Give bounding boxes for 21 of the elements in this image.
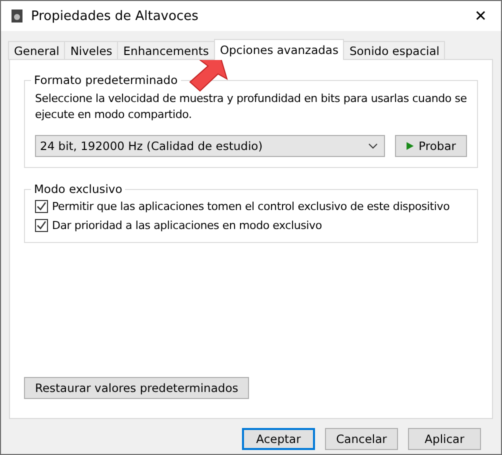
checkbox[interactable] [35, 200, 48, 213]
close-button[interactable]: ✕ [470, 7, 491, 25]
group-title: Modo exclusivo [33, 182, 124, 196]
restore-defaults-button[interactable]: Restaurar valores predeterminados [24, 377, 250, 399]
window-title: Propiedades de Altavoces [31, 8, 200, 24]
chevron-down-icon [368, 143, 378, 149]
checkbox[interactable] [35, 219, 48, 232]
dialog-button[interactable]: Cancelar [325, 428, 398, 450]
description-text: Seleccione la velocidad de muestra y profundidad en bits para usarlas cuando se ejecute en modo compartido. [35, 91, 467, 123]
tab[interactable]: General [8, 41, 66, 60]
tab[interactable]: Opciones avanzadas [214, 39, 344, 60]
group-title: Formato predeterminado [33, 73, 179, 87]
tab[interactable]: Sonido espacial [343, 41, 446, 60]
checkbox-label: Permitir que las aplicaciones tomen el control exclusivo de este dispositivo [52, 200, 450, 213]
speaker-icon [11, 9, 23, 23]
dialog-button[interactable]: Aplicar [408, 428, 481, 450]
checkbox-label: Dar prioridad a las aplicaciones en modo exclusivo [52, 219, 322, 232]
test-button[interactable]: Probar [395, 135, 467, 157]
dialog-button[interactable]: Aceptar [242, 428, 315, 450]
format-dropdown[interactable]: 24 bit, 192000 Hz (Calidad de estudio) [35, 135, 385, 157]
tab[interactable]: Enhancements [117, 41, 215, 60]
